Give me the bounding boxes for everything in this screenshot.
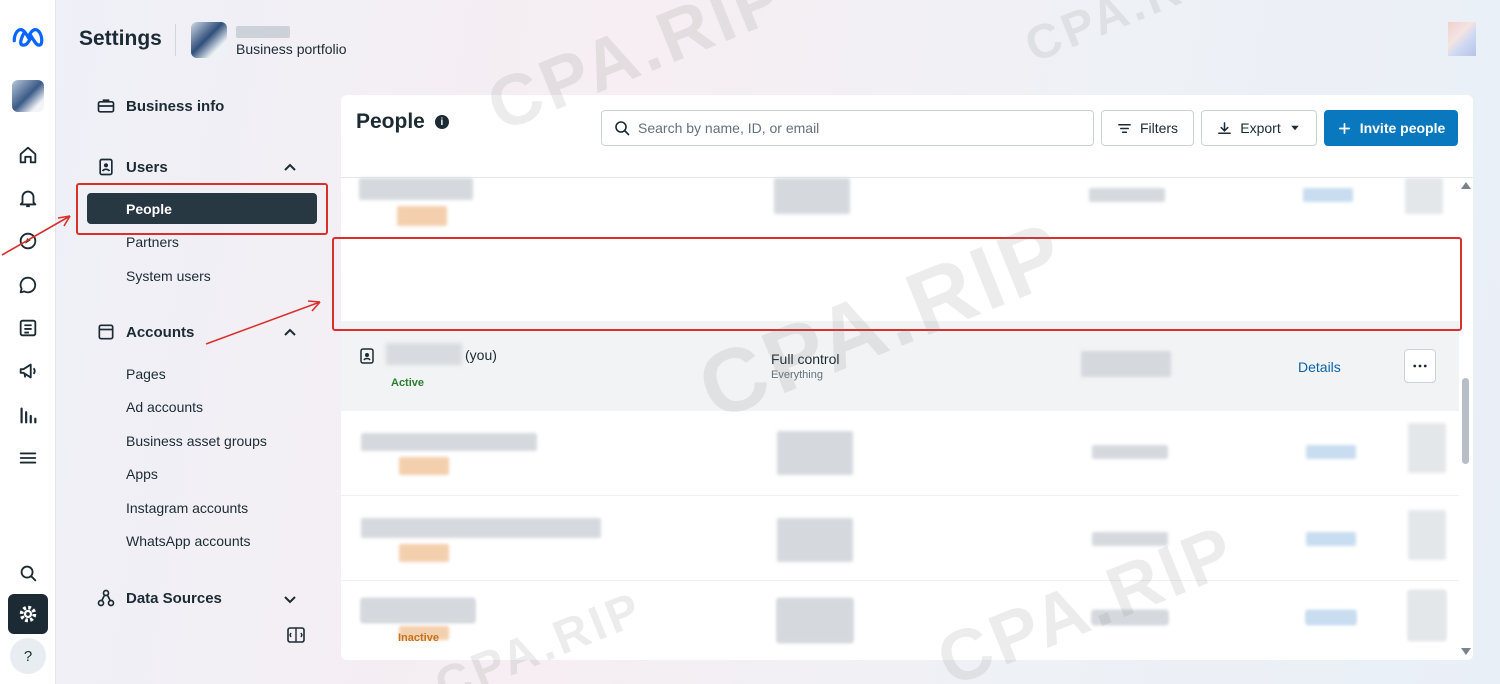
table-row[interactable] [341,496,1459,581]
menu-icon[interactable] [10,440,46,476]
meta-logo-icon[interactable] [10,18,46,54]
data-sources-icon [97,589,115,607]
nav-users-label: Users [126,158,168,176]
archive-icon [98,324,114,340]
nav-data-sources[interactable]: Data Sources [96,588,222,608]
redacted-value [361,598,475,622]
people-panel: People i Filters Export Invite people [341,95,1473,660]
chevron-down-icon[interactable] [282,591,298,607]
watermark: CPA.RIP [1018,0,1242,74]
insights-icon[interactable] [10,397,46,433]
nav-item-partners[interactable]: Partners [126,234,179,250]
nav-accounts-label: Accounts [126,323,195,341]
search-icon [615,121,630,136]
collapse-sidebar-icon[interactable] [286,625,306,645]
redacted-value [1092,610,1168,624]
nav-item-whatsapp-accounts[interactable]: WhatsApp accounts [126,533,251,549]
filters-label: Filters [1139,120,1179,136]
highlight-box-you-row [332,237,1462,331]
megaphone-icon[interactable] [10,353,46,389]
chat-icon[interactable] [10,267,46,303]
user-badge-icon [360,348,374,364]
export-button[interactable]: Export [1201,110,1317,146]
redacted-value [777,598,853,642]
highlight-box-people [76,183,328,235]
export-label: Export [1240,120,1281,136]
user-avatar[interactable] [1448,22,1476,56]
you-label: (you) [465,347,497,363]
invite-people-button[interactable]: Invite people [1324,110,1458,146]
nav-item-apps[interactable]: Apps [126,466,158,482]
status-badge: Active [391,377,425,389]
portfolio-avatar-small[interactable] [12,80,44,112]
caret-down-icon [1290,125,1299,131]
scroll-thumb[interactable] [1462,378,1469,464]
invite-label: Invite people [1359,120,1446,136]
redacted-value [1306,610,1356,624]
table-row-you[interactable]: (you) Active Full control Everything Det… [341,321,1459,411]
icon-rail: ? [0,0,56,684]
chevron-up-icon[interactable] [282,325,298,341]
status-badge: Inactive [398,632,439,644]
plus-icon [1338,122,1350,134]
nav-users[interactable]: Users [96,157,168,177]
filters-button[interactable]: Filters [1101,110,1194,146]
access-level: Full control [771,351,840,367]
nav-item-pages[interactable]: Pages [126,366,166,382]
details-link[interactable]: Details [1298,359,1341,375]
home-icon[interactable] [10,137,46,173]
nav-business-info[interactable]: Business info [96,96,224,116]
briefcase-icon [97,99,115,113]
posts-icon[interactable] [10,310,46,346]
table-row[interactable] [341,581,1459,660]
nav-accounts[interactable]: Accounts [96,322,194,342]
scroll-up-arrow-icon[interactable] [1461,182,1471,189]
nav-business-info-label: Business info [126,97,225,115]
user-name-redacted [386,343,462,365]
help-button[interactable]: ? [10,638,46,674]
info-icon[interactable]: i [434,115,449,129]
more-options-button[interactable] [1404,349,1436,383]
nav-item-system-users[interactable]: System users [126,268,211,284]
bell-icon[interactable] [10,180,46,216]
compass-icon[interactable] [10,223,46,259]
redacted-value [1408,590,1446,640]
more-icon [1413,364,1427,368]
download-icon [1218,121,1232,134]
settings-gear-icon[interactable] [8,594,48,634]
search-icon[interactable] [10,555,46,591]
nav-item-instagram-accounts[interactable]: Instagram accounts [126,500,248,516]
search-box[interactable] [601,110,1094,146]
access-scope: Everything [771,369,823,381]
filters-icon [1118,123,1131,133]
panel-title: People [356,110,425,133]
nav-data-sources-label: Data Sources [126,589,222,607]
settings-nav: Business info Users People Partners Syst… [56,0,340,684]
scroll-down-arrow-icon[interactable] [1461,648,1471,655]
user-badge-icon [99,158,113,176]
search-input[interactable] [638,120,1058,136]
panel-header: People i [356,110,449,134]
chevron-up-icon[interactable] [282,160,298,176]
nav-item-business-asset-groups[interactable]: Business asset groups [126,433,267,449]
table-row[interactable] [341,411,1459,496]
nav-item-ad-accounts[interactable]: Ad accounts [126,399,203,415]
table-row[interactable] [341,178,1459,238]
redacted-value [1081,351,1171,377]
